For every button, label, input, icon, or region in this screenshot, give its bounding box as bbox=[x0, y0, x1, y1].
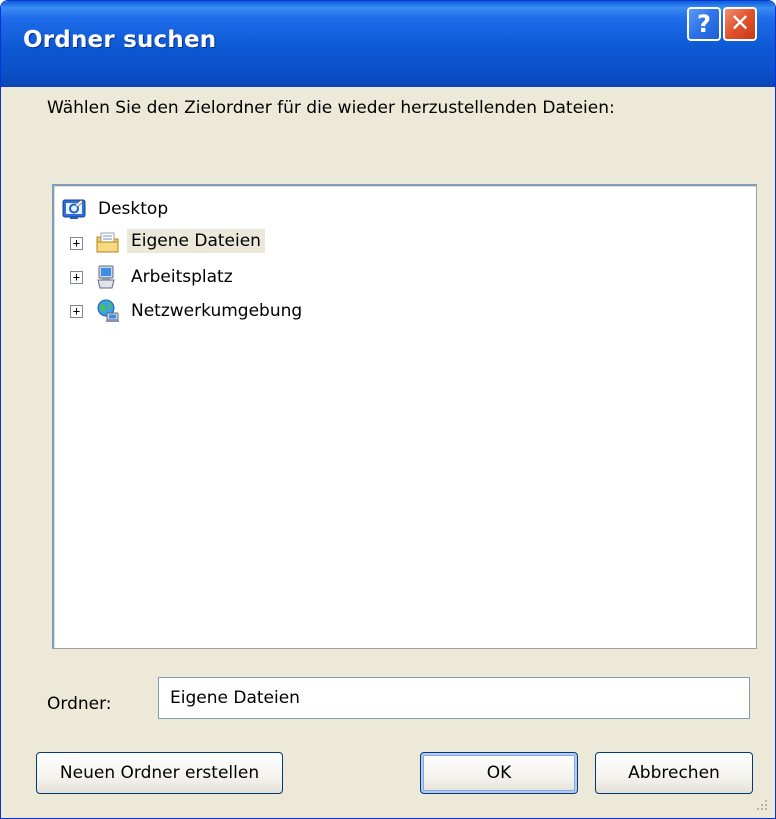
folder-field-label: Ordner: bbox=[47, 694, 112, 714]
tree-item-desktop[interactable]: Desktop bbox=[62, 194, 322, 224]
tree-item-label: Arbeitsplatz bbox=[131, 267, 233, 287]
network-places-icon bbox=[97, 299, 119, 322]
close-button[interactable]: ✕ bbox=[723, 7, 757, 41]
window-title: Ordner suchen bbox=[23, 27, 217, 53]
expand-toggle[interactable]: + bbox=[70, 271, 83, 284]
tree-item-label: Desktop bbox=[98, 199, 169, 219]
resize-grip-icon[interactable] bbox=[753, 796, 769, 812]
folder-path-input[interactable] bbox=[158, 677, 750, 719]
expand-toggle[interactable]: + bbox=[70, 237, 83, 250]
instruction-text: Wählen Sie den Zielordner für die wieder… bbox=[47, 98, 615, 118]
folder-tree[interactable]: Desktop + Eigene Dateien + Arbeitsplatz … bbox=[52, 184, 757, 649]
help-button[interactable]: ? bbox=[687, 7, 721, 41]
folder-browse-dialog: Ordner suchen ? ✕ Wählen Sie den Zielord… bbox=[0, 0, 776, 819]
expand-toggle[interactable]: + bbox=[70, 305, 83, 318]
my-documents-icon bbox=[96, 232, 119, 253]
desktop-icon bbox=[62, 199, 86, 219]
new-folder-button[interactable]: Neuen Ordner erstellen bbox=[36, 752, 283, 794]
cancel-button[interactable]: Abbrechen bbox=[595, 752, 753, 794]
tree-item-netzwerkumgebung[interactable]: + Netzwerkumgebung bbox=[62, 296, 382, 326]
tree-item-label: Netzwerkumgebung bbox=[131, 301, 303, 321]
tree-item-label: Eigene Dateien bbox=[127, 229, 265, 253]
tree-item-arbeitsplatz[interactable]: + Arbeitsplatz bbox=[62, 262, 322, 292]
ok-button[interactable]: OK bbox=[420, 752, 578, 794]
my-computer-icon bbox=[97, 265, 115, 289]
tree-item-eigene-dateien[interactable]: + Eigene Dateien bbox=[62, 228, 362, 258]
title-bar[interactable]: Ordner suchen ? ✕ bbox=[1, 1, 775, 87]
